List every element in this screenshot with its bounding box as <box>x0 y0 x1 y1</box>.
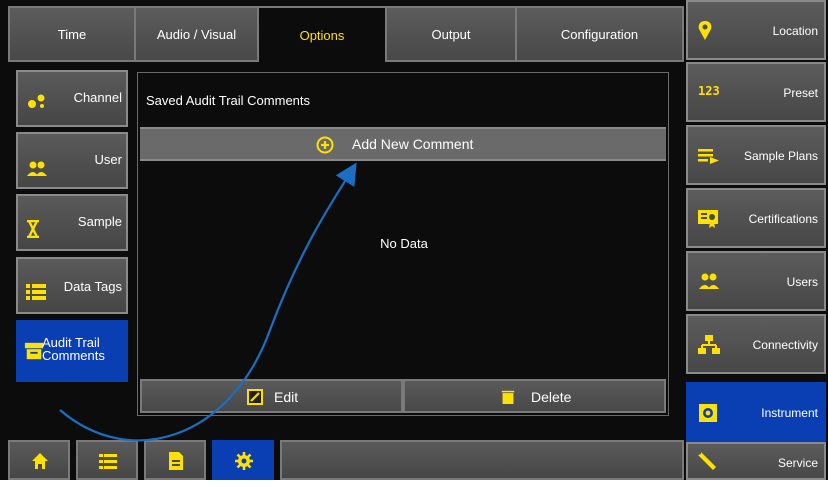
channel-icon <box>28 94 45 108</box>
label-line-2: Comments <box>42 348 105 363</box>
left-nav-user[interactable]: User <box>16 132 128 189</box>
location-pin-icon <box>698 21 712 40</box>
right-nav-label: Service <box>777 456 818 470</box>
right-nav-label: Certifications <box>748 212 818 226</box>
left-nav-channel[interactable]: Channel <box>16 70 128 127</box>
bottom-bar-spacer <box>280 440 684 480</box>
right-nav-label: Users <box>786 275 818 289</box>
left-nav-sample[interactable]: Sample <box>16 194 128 251</box>
trash-icon <box>501 390 515 404</box>
right-nav-label: Location <box>772 24 818 38</box>
home-button[interactable] <box>8 440 70 480</box>
right-nav-label: Connectivity <box>752 338 818 352</box>
right-nav-certifications[interactable]: Certifications <box>686 188 826 248</box>
left-nav-label: Audit Trail Comments <box>42 336 105 362</box>
document-icon <box>169 452 183 470</box>
list-button[interactable] <box>76 440 138 480</box>
document-button[interactable] <box>144 440 206 480</box>
left-nav-label: User <box>94 152 122 167</box>
left-nav-label: Data Tags <box>63 279 122 294</box>
certificate-icon <box>698 210 718 228</box>
list-icon <box>99 454 117 469</box>
settings-button[interactable] <box>212 440 274 480</box>
left-nav-audit-trail-comments[interactable]: Audit Trail Comments <box>16 320 128 382</box>
audit-trail-icon <box>24 342 44 360</box>
tab-label: Options <box>299 27 345 43</box>
right-nav-label: Preset <box>783 86 818 100</box>
left-nav-label: Channel <box>73 90 122 105</box>
network-icon <box>698 335 720 354</box>
sample-plans-icon <box>698 149 719 164</box>
panel-title: Saved Audit Trail Comments <box>146 93 311 108</box>
edit-label: Edit <box>274 389 299 405</box>
edit-button[interactable]: Edit <box>140 379 403 413</box>
gear-icon <box>235 452 253 470</box>
left-nav-data-tags[interactable]: Data Tags <box>16 257 128 314</box>
right-nav-instrument[interactable]: Instrument <box>686 382 826 442</box>
tab-label: Time <box>57 26 87 42</box>
top-tab-bar: Time Audio / Visual Options Output Confi… <box>8 6 684 62</box>
right-nav-service[interactable]: Service <box>686 442 826 480</box>
home-icon <box>32 453 48 469</box>
tab-output[interactable]: Output <box>385 6 515 62</box>
tab-audio-visual[interactable]: Audio / Visual <box>134 6 257 62</box>
plus-circle-icon <box>316 136 334 154</box>
number-123-icon: 123 <box>698 84 720 98</box>
tab-configuration[interactable]: Configuration <box>515 6 684 62</box>
right-nav-connectivity[interactable]: Connectivity <box>686 314 826 374</box>
right-nav-label: Instrument <box>761 406 818 420</box>
tab-label: Output <box>431 26 471 42</box>
empty-state-text: No Data <box>380 236 428 251</box>
panel-footer: Edit Delete <box>140 379 666 413</box>
wrench-icon <box>698 452 716 470</box>
add-new-comment-button[interactable]: Add New Comment <box>140 127 666 161</box>
delete-button[interactable]: Delete <box>403 379 666 413</box>
device-screen: Time Audio / Visual Options Output Confi… <box>0 0 828 480</box>
left-nav-label: Sample <box>77 214 122 229</box>
right-nav-preset[interactable]: 123 Preset <box>686 62 826 122</box>
tab-label: Configuration <box>560 26 639 42</box>
right-nav-label: Sample Plans <box>743 149 818 163</box>
list-icon <box>26 284 46 300</box>
instrument-icon <box>699 404 717 422</box>
delete-label: Delete <box>531 389 572 405</box>
tab-time[interactable]: Time <box>8 6 134 62</box>
tab-options[interactable]: Options <box>257 6 385 62</box>
hourglass-icon <box>27 220 39 238</box>
bottom-bar <box>8 440 684 480</box>
right-nav-users[interactable]: Users <box>686 251 826 311</box>
tab-label: Audio / Visual <box>156 26 237 42</box>
audit-trail-comments-panel: Saved Audit Trail Comments Add New Comme… <box>137 72 669 416</box>
right-nav-sample-plans[interactable]: Sample Plans <box>686 125 826 185</box>
edit-icon <box>247 389 263 405</box>
right-nav-location[interactable]: Location <box>686 0 826 60</box>
user-icon <box>27 161 47 176</box>
users-icon <box>699 273 719 289</box>
add-new-comment-label: Add New Comment <box>352 136 474 152</box>
